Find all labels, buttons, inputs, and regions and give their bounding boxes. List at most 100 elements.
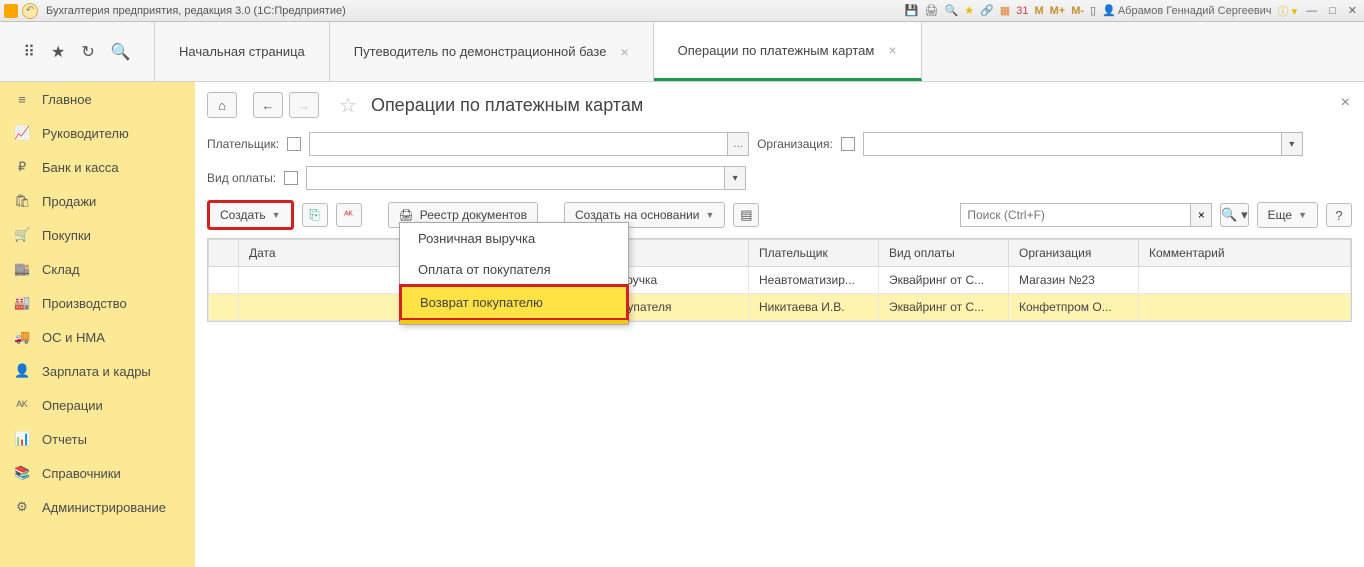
ruble-icon: ₽: [14, 159, 30, 175]
sidebar-item-hr[interactable]: 👤 Зарплата и кадры: [0, 354, 195, 388]
apps-icon[interactable]: ⠿: [23, 42, 35, 62]
help-button[interactable]: ?: [1326, 203, 1352, 227]
row-icon: [209, 267, 239, 294]
paytype-label: Вид оплаты:: [207, 171, 276, 185]
home-button[interactable]: ⌂: [207, 92, 237, 118]
table-header-row: Дата Сумма Вид операции Плательщик Вид о…: [209, 240, 1351, 267]
m-minus-icon[interactable]: M-: [1071, 5, 1084, 17]
m-plus-icon[interactable]: M+: [1050, 5, 1066, 17]
sidebar-item-label: Зарплата и кадры: [42, 364, 151, 379]
print-icon[interactable]: 🖨: [925, 4, 939, 17]
cell-payer: Никитаева И.В.: [749, 294, 879, 321]
m-icon[interactable]: M: [1034, 5, 1043, 17]
sidebar-item-bank[interactable]: ₽Банк и касса: [0, 150, 195, 184]
more-button[interactable]: Еще ▼: [1257, 202, 1318, 228]
sidebar-item-dicts[interactable]: 📚Справочники: [0, 456, 195, 490]
panel-icon[interactable]: ▯: [1090, 4, 1096, 17]
search-run-button[interactable]: 🔍 ▾: [1220, 203, 1248, 227]
nav-next-button[interactable]: →: [289, 92, 319, 118]
star-icon[interactable]: ★: [964, 4, 974, 17]
sidebar-item-stock[interactable]: 🏬Склад: [0, 252, 195, 286]
sidebar-item-label: Отчеты: [42, 432, 87, 447]
caret-down-icon: ▼: [705, 210, 714, 220]
books-icon: 📚: [14, 465, 30, 481]
sidebar-item-operations[interactable]: ᴬᴷОперации: [0, 388, 195, 422]
search-global-icon[interactable]: 🔍: [111, 42, 131, 62]
person-icon: 👤: [14, 363, 30, 379]
org-dropdown-button[interactable]: ▾: [1281, 132, 1303, 156]
sidebar-item-label: ОС и НМА: [42, 330, 105, 345]
tab-guide[interactable]: Путеводитель по демонстрационной базе ×: [330, 22, 654, 81]
close-page-icon[interactable]: ×: [1341, 94, 1350, 112]
dropdown-item-return[interactable]: Возврат покупателю: [399, 284, 629, 321]
save-icon[interactable]: 💾: [905, 4, 919, 17]
link-icon[interactable]: 🔗: [980, 4, 994, 17]
col-payer[interactable]: Плательщик: [749, 240, 879, 267]
sidebar-item-manager[interactable]: 📈Руководителю: [0, 116, 195, 150]
bars-icon: 📊: [14, 431, 30, 447]
sidebar-item-main[interactable]: ≡Главное: [0, 82, 195, 116]
history-icon[interactable]: ↻: [81, 42, 94, 62]
paytype-dropdown-button[interactable]: ▾: [724, 166, 746, 190]
app-icon: [4, 4, 18, 18]
tab-close-icon[interactable]: ×: [888, 42, 896, 58]
col-comment[interactable]: Комментарий: [1139, 240, 1351, 267]
paytype-input[interactable]: [306, 166, 724, 190]
sidebar-item-reports[interactable]: 📊 Отчеты: [0, 422, 195, 456]
user-label[interactable]: 👤 Абрамов Геннадий Сергеевич: [1102, 4, 1271, 17]
cell-comment: [1139, 267, 1351, 294]
search-icon[interactable]: 🔍: [945, 4, 959, 17]
create-button-label: Создать: [220, 208, 266, 222]
table-row[interactable]: 18 000,00 Оплата от покупателя Никитаева…: [209, 294, 1351, 321]
sidebar-item-assets[interactable]: 🚚ОС и НМА: [0, 320, 195, 354]
doc-button[interactable]: ▤: [733, 203, 759, 227]
payer-checkbox[interactable]: [287, 137, 301, 151]
dropdown-item-payment[interactable]: Оплата от покупателя: [400, 254, 628, 285]
tab-close-icon[interactable]: ×: [620, 44, 628, 60]
tab-home[interactable]: Начальная страница: [155, 22, 330, 81]
search-clear-button[interactable]: ×: [1190, 203, 1212, 227]
favorite-icon[interactable]: ★: [51, 42, 65, 62]
dropdown-underline: [400, 320, 628, 324]
org-checkbox[interactable]: [841, 137, 855, 151]
cell-payer: Неавтоматизир...: [749, 267, 879, 294]
paytype-checkbox[interactable]: [284, 171, 298, 185]
col-org[interactable]: Организация: [1009, 240, 1139, 267]
sidebar-item-sales[interactable]: 🛍Продажи: [0, 184, 195, 218]
info-icon[interactable]: ⓘ ▾: [1278, 3, 1298, 19]
sidebar-item-purchases[interactable]: 🛒Покупки: [0, 218, 195, 252]
sidebar-item-label: Операции: [42, 398, 103, 413]
calendar-icon[interactable]: 31: [1016, 5, 1028, 17]
org-input[interactable]: [863, 132, 1281, 156]
calc-icon[interactable]: ▦: [1000, 4, 1010, 17]
gear-icon: ⚙: [14, 499, 30, 515]
payer-combo: …: [309, 132, 749, 156]
cell-comment: [1139, 294, 1351, 321]
cell-paytype: Эквайринг от С...: [879, 294, 1009, 321]
tab-home-label: Начальная страница: [179, 44, 305, 59]
sidebar-item-production[interactable]: 🏭Производство: [0, 286, 195, 320]
tab-ops[interactable]: Операции по платежным картам ×: [654, 22, 922, 81]
warehouse-icon: 🏬: [14, 261, 30, 277]
nav-prev-button[interactable]: ←: [253, 92, 283, 118]
sidebar-item-admin[interactable]: ⚙Администрирование: [0, 490, 195, 524]
create-button[interactable]: Создать ▼: [207, 200, 294, 230]
org-label: Организация:: [757, 137, 833, 151]
list-toolbar: Создать ▼ ⎘ ᴬᴷ 🖨 Реестр документов Созда…: [207, 200, 1352, 230]
star-outline-icon[interactable]: ☆: [339, 93, 357, 118]
col-icon[interactable]: [209, 240, 239, 267]
minimize-icon[interactable]: —: [1303, 5, 1320, 17]
nav-back-icon[interactable]: ↶: [22, 3, 38, 19]
payer-input[interactable]: [309, 132, 727, 156]
dropdown-item-retail[interactable]: Розничная выручка: [400, 223, 628, 254]
table-row[interactable]: 7 500,00 Розничная выручка Неавтоматизир…: [209, 267, 1351, 294]
close-icon[interactable]: ✕: [1345, 4, 1360, 17]
page-title: Операции по платежным картам: [371, 95, 643, 116]
copy-button[interactable]: ⎘: [302, 203, 328, 227]
search-input[interactable]: [960, 203, 1190, 227]
col-paytype[interactable]: Вид оплаты: [879, 240, 1009, 267]
col-date[interactable]: Дата: [239, 240, 419, 267]
payer-ellipsis-button[interactable]: …: [727, 132, 749, 156]
maximize-icon[interactable]: □: [1326, 5, 1339, 17]
dtkt-button[interactable]: ᴬᴷ: [336, 203, 362, 227]
